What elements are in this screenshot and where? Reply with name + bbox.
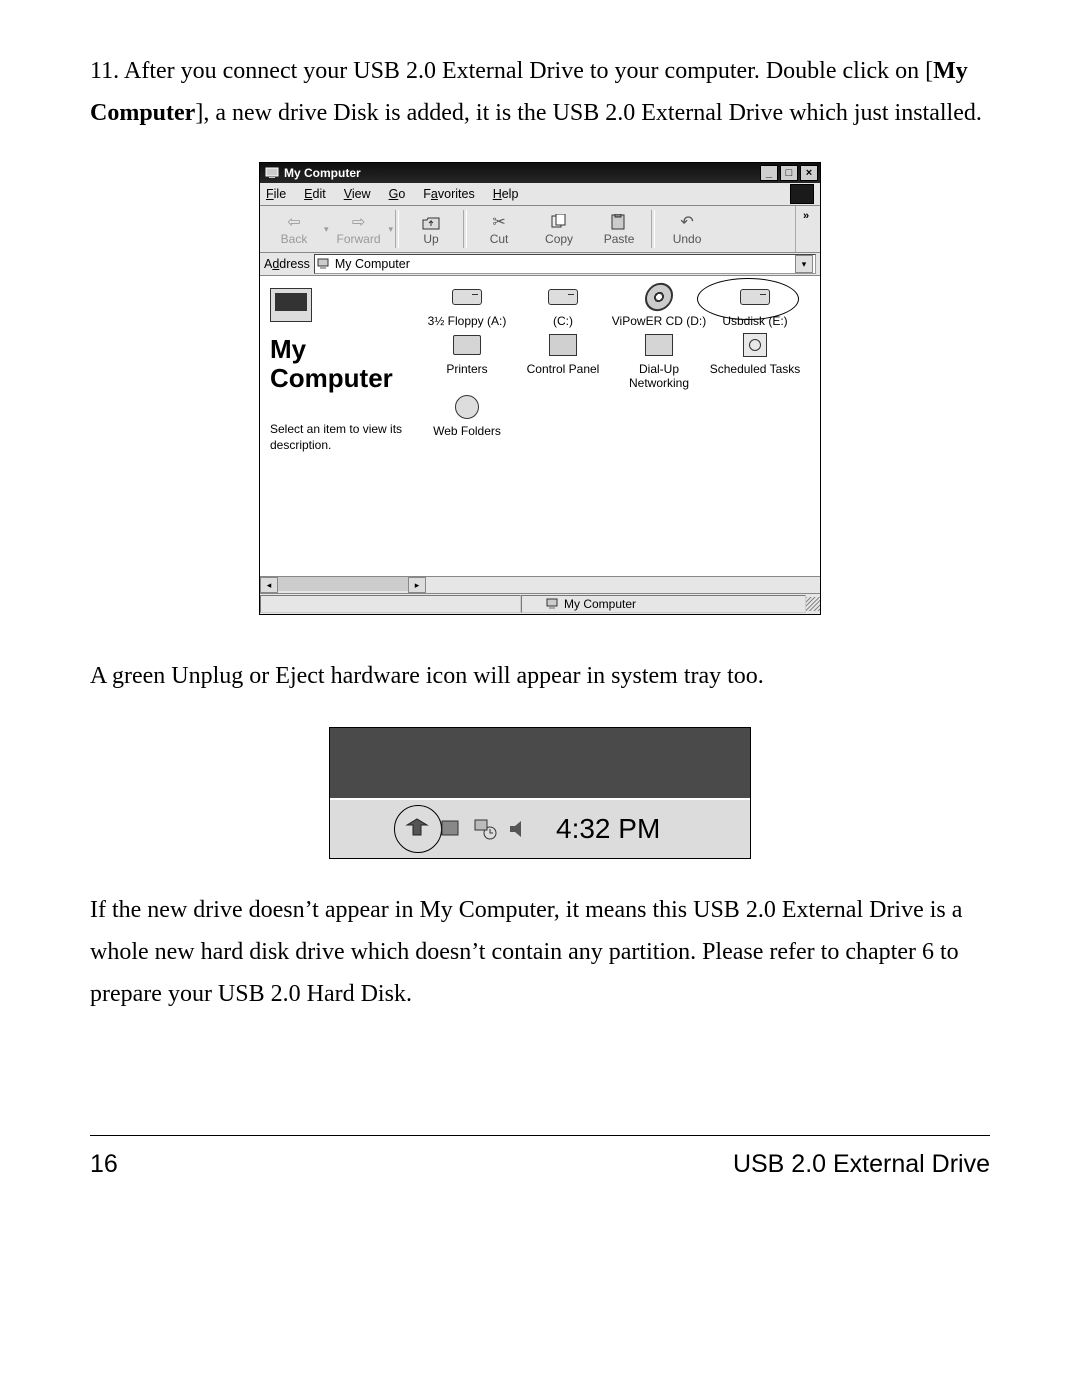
computer-icon	[546, 598, 560, 610]
footer-divider	[90, 1135, 990, 1136]
drive-icon[interactable]: ViPowER CD (D:)	[611, 284, 707, 328]
icon-label: Scheduled Tasks	[710, 362, 801, 376]
up-button[interactable]: Up	[401, 208, 461, 250]
computer-large-icon	[270, 288, 312, 322]
address-field[interactable]: My Computer ▾	[314, 254, 816, 274]
content-area: My Computer Select an item to view its d…	[260, 276, 820, 576]
minimize-button[interactable]: _	[760, 165, 778, 181]
menu-edit[interactable]: Edit	[304, 187, 326, 201]
dial-icon	[643, 332, 675, 358]
side-pane: My Computer Select an item to view its d…	[260, 276, 415, 576]
titlebar[interactable]: My Computer _ □ ×	[260, 163, 820, 183]
page-number: 16	[90, 1150, 118, 1179]
menu-favorites[interactable]: Favorites	[423, 187, 474, 201]
icon-label: Usbdisk (E:)	[722, 314, 787, 328]
drive-icon[interactable]: 3½ Floppy (A:)	[419, 284, 515, 328]
icon-label: Dial-Up Networking	[611, 362, 707, 390]
drive-icon[interactable]: Printers	[419, 332, 515, 390]
icon-label: ViPowER CD (D:)	[612, 314, 706, 328]
drive-icon[interactable]: Web Folders	[419, 394, 515, 438]
undo-button[interactable]: ↶Undo	[657, 208, 717, 250]
volume-icon[interactable]	[502, 813, 536, 845]
resize-grip[interactable]	[806, 597, 820, 611]
close-button[interactable]: ×	[800, 165, 818, 181]
drive-icon[interactable]: Dial-Up Networking	[611, 332, 707, 390]
menu-go[interactable]: Go	[389, 187, 406, 201]
address-dropdown[interactable]: ▾	[795, 255, 813, 273]
page-footer: 16 USB 2.0 External Drive	[90, 1150, 990, 1179]
side-title-2: Computer	[270, 363, 405, 394]
drive-icon[interactable]: Usbdisk (E:)	[707, 284, 803, 328]
h-scrollbar[interactable]: ◂ ▸	[260, 576, 820, 593]
menubar: File Edit View Go Favorites Help	[260, 183, 820, 206]
cut-button[interactable]: ✂Cut	[469, 208, 529, 250]
step-text-a: After you connect your USB 2.0 External …	[124, 58, 933, 84]
menu-file[interactable]: File	[266, 187, 286, 201]
side-description: Select an item to view its description.	[270, 422, 405, 453]
tray-icon-3[interactable]	[468, 813, 502, 845]
address-value: My Computer	[335, 257, 410, 271]
toolbar: ⇦Back ▾ ⇨Forward ▾ Up ✂Cut Copy Paste ↶U…	[260, 206, 820, 253]
globe-icon	[451, 394, 483, 420]
system-tray-figure: 4:32 PM	[329, 727, 751, 859]
icon-label: Web Folders	[433, 424, 501, 438]
my-computer-window: My Computer _ □ × File Edit View Go Favo…	[259, 162, 821, 615]
tray-clock[interactable]: 4:32 PM	[556, 813, 660, 845]
folder-icon	[547, 332, 579, 358]
drive-icon	[739, 284, 771, 310]
drive-icon[interactable]: Scheduled Tasks	[707, 332, 803, 390]
cd-icon	[643, 284, 675, 310]
icon-label: Printers	[446, 362, 487, 376]
menu-help[interactable]: Help	[493, 187, 519, 201]
computer-icon	[317, 258, 331, 270]
printer-icon	[451, 332, 483, 358]
icon-pane: 3½ Floppy (A:) (C:) ViPowER CD (D:) Usbdisk…	[415, 276, 820, 576]
drive-icon[interactable]: (C:)	[515, 284, 611, 328]
eject-hardware-icon[interactable]	[400, 813, 434, 845]
sched-icon	[739, 332, 771, 358]
icon-label: Control Panel	[527, 362, 600, 376]
icon-label: (C:)	[553, 314, 573, 328]
drive-icon[interactable]: Control Panel	[515, 332, 611, 390]
menu-view[interactable]: View	[344, 187, 371, 201]
back-button[interactable]: ⇦Back	[264, 208, 324, 250]
maximize-button[interactable]: □	[780, 165, 798, 181]
taskbar-tray: 4:32 PM	[330, 798, 750, 858]
icon-label: 3½ Floppy (A:)	[428, 314, 507, 328]
forward-button[interactable]: ⇨Forward	[329, 208, 389, 250]
tray-icon-2[interactable]	[434, 813, 468, 845]
scroll-right-button[interactable]: ▸	[408, 577, 426, 593]
copy-button[interactable]: Copy	[529, 208, 589, 250]
tray-paragraph: A green Unplug or Eject hardware icon wi…	[90, 655, 990, 697]
paste-button[interactable]: Paste	[589, 208, 649, 250]
drive-icon	[547, 284, 579, 310]
address-label: Address	[264, 257, 310, 271]
menu-logo	[790, 184, 814, 204]
addressbar: Address My Computer ▾	[260, 253, 820, 276]
status-text: My Computer	[564, 597, 636, 611]
note-paragraph: If the new drive doesn’t appear in My Co…	[90, 889, 990, 1015]
scroll-left-button[interactable]: ◂	[260, 577, 278, 593]
step-paragraph: 11.After you connect your USB 2.0 Extern…	[90, 50, 990, 134]
footer-title: USB 2.0 External Drive	[733, 1150, 990, 1179]
toolbar-overflow[interactable]: »	[795, 206, 816, 252]
step-number: 11.	[90, 50, 124, 92]
side-title-1: My	[270, 334, 405, 365]
computer-icon	[264, 166, 280, 180]
drive-icon	[451, 284, 483, 310]
window-title: My Computer	[284, 166, 361, 180]
statusbar: My Computer	[260, 593, 820, 614]
step-text-b: ], a new drive Disk is added, it is the …	[195, 100, 982, 126]
